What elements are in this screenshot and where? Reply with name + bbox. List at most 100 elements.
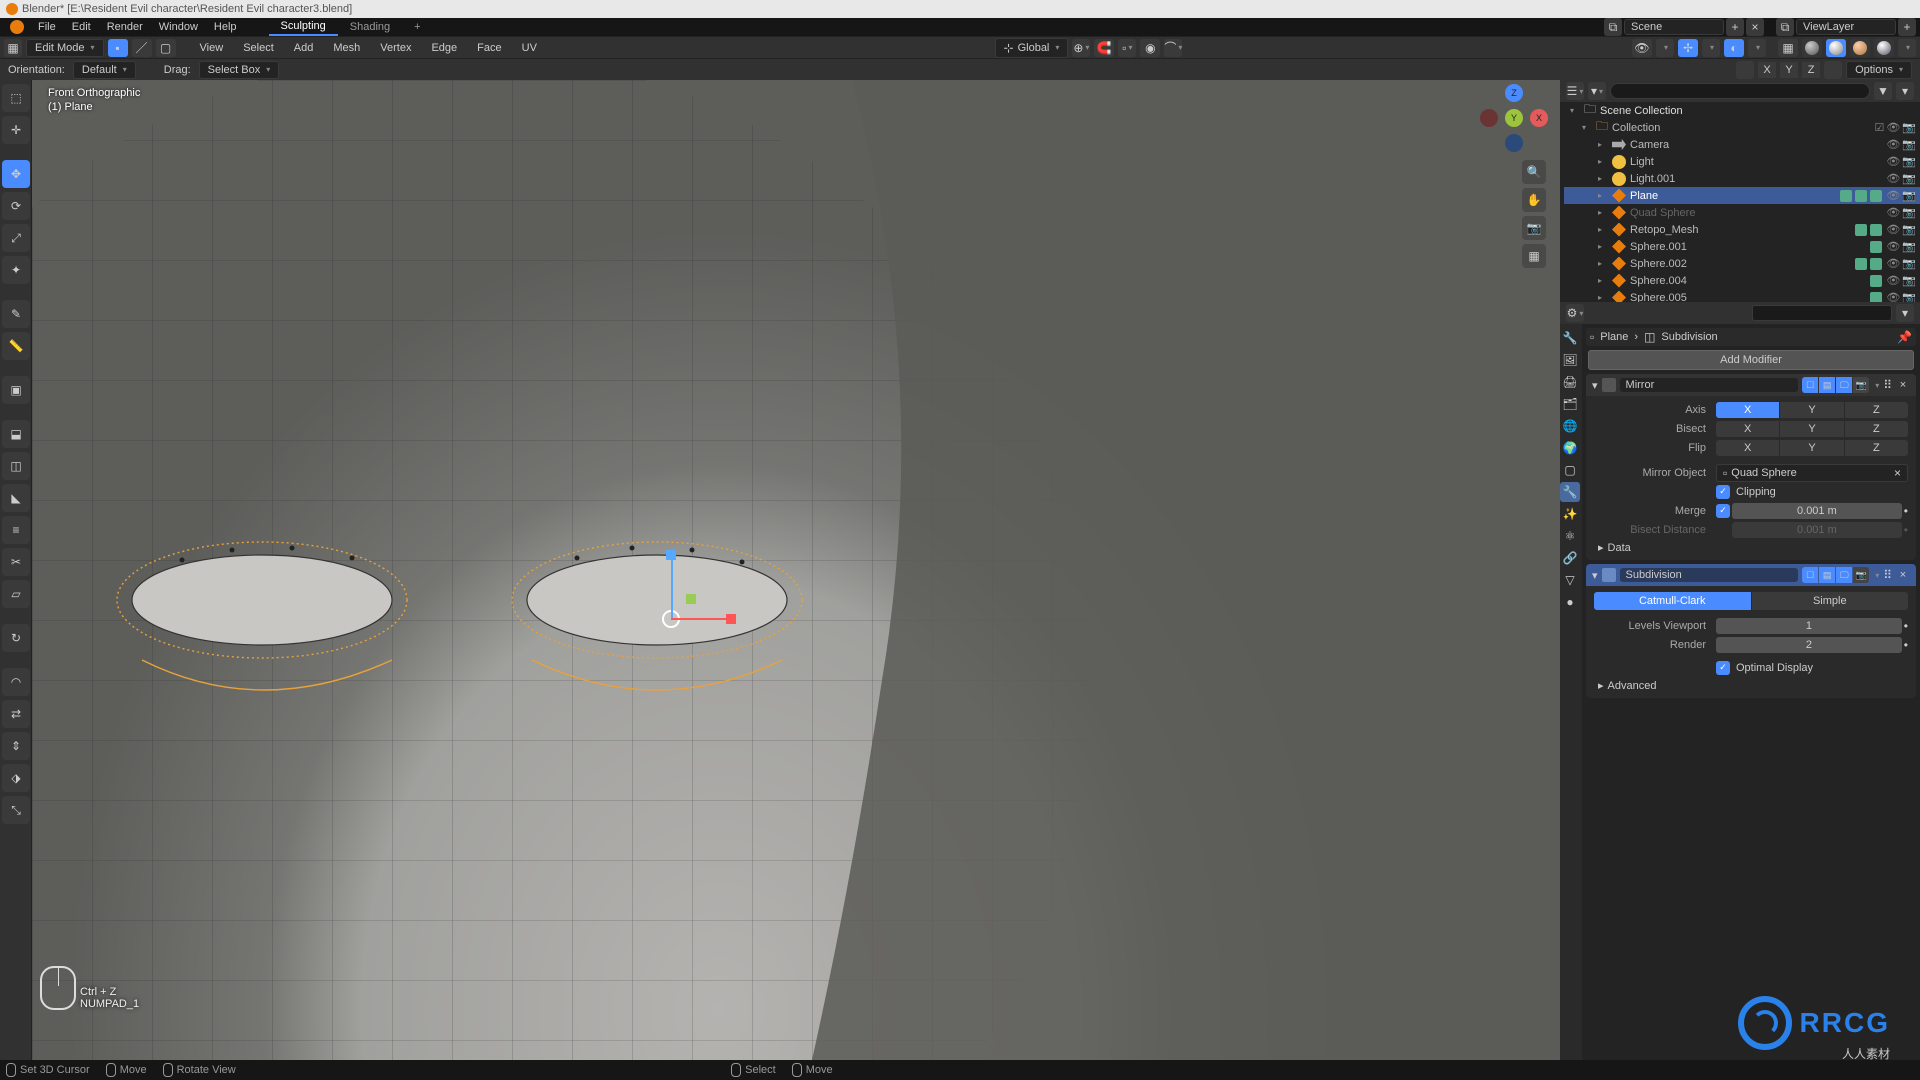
nav-zoom-icon[interactable]: 🔍 xyxy=(1522,160,1546,184)
nav-perspective-icon[interactable]: ▦ xyxy=(1522,244,1546,268)
tool-loop-cut[interactable]: ≡ xyxy=(2,516,30,544)
viewlayer-name-field[interactable]: ViewLayer xyxy=(1796,19,1896,35)
mesh-overlay-toggle[interactable] xyxy=(1736,61,1754,79)
outliner-filter-icon[interactable]: ▼ xyxy=(1874,82,1892,100)
camera-visibility-icon[interactable]: 📷 xyxy=(1902,138,1916,151)
3d-viewport[interactable]: Front Orthographic (1) Plane Z Y X 🔍 ✋ 📷… xyxy=(32,80,1560,1060)
tool-select-box[interactable]: ⬚ xyxy=(2,84,30,112)
camera-visibility-icon[interactable]: 📷 xyxy=(1902,291,1916,302)
camera-visibility-icon[interactable]: 📷 xyxy=(1902,274,1916,287)
camera-visibility-icon[interactable]: 📷 xyxy=(1902,172,1916,185)
tab-material[interactable]: ● xyxy=(1560,592,1580,612)
tool-annotate[interactable]: ✎ xyxy=(2,300,30,328)
add-modifier-button[interactable]: Add Modifier xyxy=(1588,350,1914,370)
outliner-item-plane[interactable]: ▸Plane👁📷 xyxy=(1564,187,1920,204)
tool-cursor[interactable]: ✛ xyxy=(2,116,30,144)
tool-bevel[interactable]: ◣ xyxy=(2,484,30,512)
camera-visibility-icon[interactable]: 📷 xyxy=(1902,257,1916,270)
menu-uv[interactable]: UV xyxy=(514,40,545,56)
shading-wireframe[interactable] xyxy=(1802,39,1822,57)
menu-vertex[interactable]: Vertex xyxy=(372,40,419,56)
gizmo-dropdown[interactable] xyxy=(1702,39,1720,57)
mesh-axis-y[interactable]: Y xyxy=(1780,62,1798,78)
outliner-item-sphere-001[interactable]: ▸Sphere.001👁📷 xyxy=(1564,238,1920,255)
merge-checkbox[interactable]: ✓ xyxy=(1716,504,1730,518)
clipping-checkbox[interactable]: ✓ xyxy=(1716,485,1730,499)
eye-icon[interactable]: 👁 xyxy=(1886,206,1900,219)
blender-logo-icon[interactable] xyxy=(10,20,24,34)
overlays-dropdown[interactable] xyxy=(1748,39,1766,57)
menu-help[interactable]: Help xyxy=(206,19,245,35)
outliner-item-light-001[interactable]: ▸Light.001👁📷 xyxy=(1564,170,1920,187)
menu-face[interactable]: Face xyxy=(469,40,509,56)
tab-tool[interactable]: 🔧 xyxy=(1560,328,1580,348)
proportional-falloff-dropdown[interactable]: ⌒ xyxy=(1164,39,1182,57)
tool-edge-slide[interactable]: ⇄ xyxy=(2,700,30,728)
subdivision-name-field[interactable]: Subdivision xyxy=(1620,568,1799,582)
mirror-extras-dropdown[interactable] xyxy=(1873,379,1879,391)
mirror-object-field[interactable]: ▫ Quad Sphere × xyxy=(1716,464,1908,482)
camera-visibility-icon[interactable]: 📷 xyxy=(1902,189,1916,202)
eye-icon[interactable]: 👁 xyxy=(1886,257,1900,270)
mesh-axis-z[interactable]: Z xyxy=(1802,62,1820,78)
visibility-toggle[interactable]: 👁 xyxy=(1632,39,1652,57)
tab-object[interactable]: ▢ xyxy=(1560,460,1580,480)
properties-editor-type-icon[interactable]: ⚙ xyxy=(1566,304,1584,322)
menu-mesh[interactable]: Mesh xyxy=(325,40,368,56)
render-levels-field[interactable]: 2 xyxy=(1716,637,1902,653)
gizmo-axis-x-icon[interactable]: X xyxy=(1530,109,1548,127)
shading-dropdown[interactable] xyxy=(1898,39,1916,57)
pivot-point-dropdown[interactable]: ⊕ xyxy=(1072,39,1090,57)
subdiv-drag-icon[interactable]: ⠿ xyxy=(1883,568,1892,582)
snap-options-dropdown[interactable]: ▫ xyxy=(1118,39,1136,57)
properties-search-input[interactable] xyxy=(1752,305,1892,321)
tab-physics[interactable]: ⚛ xyxy=(1560,526,1580,546)
levels-viewport-animate-icon[interactable]: • xyxy=(1904,619,1908,633)
menu-select[interactable]: Select xyxy=(235,40,282,56)
merge-animate-icon[interactable]: • xyxy=(1904,504,1908,518)
camera-visibility-icon[interactable]: 📷 xyxy=(1902,206,1916,219)
drag-dropdown[interactable]: Select Box xyxy=(199,61,280,79)
tool-transform[interactable]: ✦ xyxy=(2,256,30,284)
mirror-bisect-x[interactable]: X xyxy=(1716,421,1779,437)
mode-dropdown[interactable]: Edit Mode xyxy=(26,39,104,57)
mirror-bisect-y[interactable]: Y xyxy=(1780,421,1843,437)
select-mode-face[interactable]: ▢ xyxy=(156,39,176,57)
tool-move[interactable]: ✥ xyxy=(2,160,30,188)
gizmo-axis-z-icon[interactable]: Z xyxy=(1505,84,1523,102)
eye-icon[interactable]: 👁 xyxy=(1886,138,1900,151)
select-mode-edge[interactable]: ／ xyxy=(132,39,152,57)
merge-distance-field[interactable]: 0.001 m xyxy=(1732,503,1902,519)
subdiv-close-button[interactable]: × xyxy=(1896,569,1910,581)
breadcrumb-modifier[interactable]: Subdivision xyxy=(1661,331,1717,343)
outliner-item-retopo_mesh[interactable]: ▸Retopo_Mesh👁📷 xyxy=(1564,221,1920,238)
mirror-close-button[interactable]: × xyxy=(1896,379,1910,391)
menu-edit[interactable]: Edit xyxy=(64,19,99,35)
transform-orientation-dropdown[interactable]: ⊹ Global xyxy=(995,38,1069,58)
outliner-item-sphere-002[interactable]: ▸Sphere.002👁📷 xyxy=(1564,255,1920,272)
mirror-flip-z[interactable]: Z xyxy=(1845,440,1908,456)
scene-new-icon[interactable]: + xyxy=(1726,18,1744,36)
tab-modifiers[interactable]: 🔧 xyxy=(1560,482,1580,502)
outliner-tree[interactable]: ▾🗀 Scene Collection ▾🗀 Collection ☑👁📷 ▸C… xyxy=(1560,102,1920,302)
outliner-display-mode[interactable]: ▾ xyxy=(1588,82,1606,100)
tool-rip-region[interactable]: ⤡ xyxy=(2,796,30,824)
subdiv-collapse-icon[interactable]: ▾ xyxy=(1592,569,1598,582)
tab-scene[interactable]: 🌐 xyxy=(1560,416,1580,436)
breadcrumb-object[interactable]: Plane xyxy=(1600,331,1628,343)
tab-viewlayer[interactable]: 🗂 xyxy=(1560,394,1580,414)
pin-icon[interactable]: 📌 xyxy=(1897,330,1912,344)
subdiv-toggle-render[interactable]: 📷 xyxy=(1853,567,1869,583)
outliner-item-camera[interactable]: ▸Camera👁📷 xyxy=(1564,136,1920,153)
mesh-axis-x[interactable]: X xyxy=(1758,62,1776,78)
proportional-edit-toggle[interactable]: ◉ xyxy=(1140,39,1160,57)
subdiv-advanced-subpanel[interactable]: ▸Advanced xyxy=(1594,677,1908,694)
nav-camera-icon[interactable]: 📷 xyxy=(1522,216,1546,240)
tool-spin[interactable]: ↻ xyxy=(2,624,30,652)
menu-view[interactable]: View xyxy=(192,40,232,56)
outliner-scene-collection[interactable]: ▾🗀 Scene Collection xyxy=(1564,102,1920,119)
tab-render[interactable]: 🖼 xyxy=(1560,350,1580,370)
mirror-toggle-oncage[interactable]: ☐ xyxy=(1802,377,1818,393)
scene-name-field[interactable]: Scene xyxy=(1624,19,1724,35)
options-dropdown[interactable]: Options xyxy=(1846,61,1912,79)
